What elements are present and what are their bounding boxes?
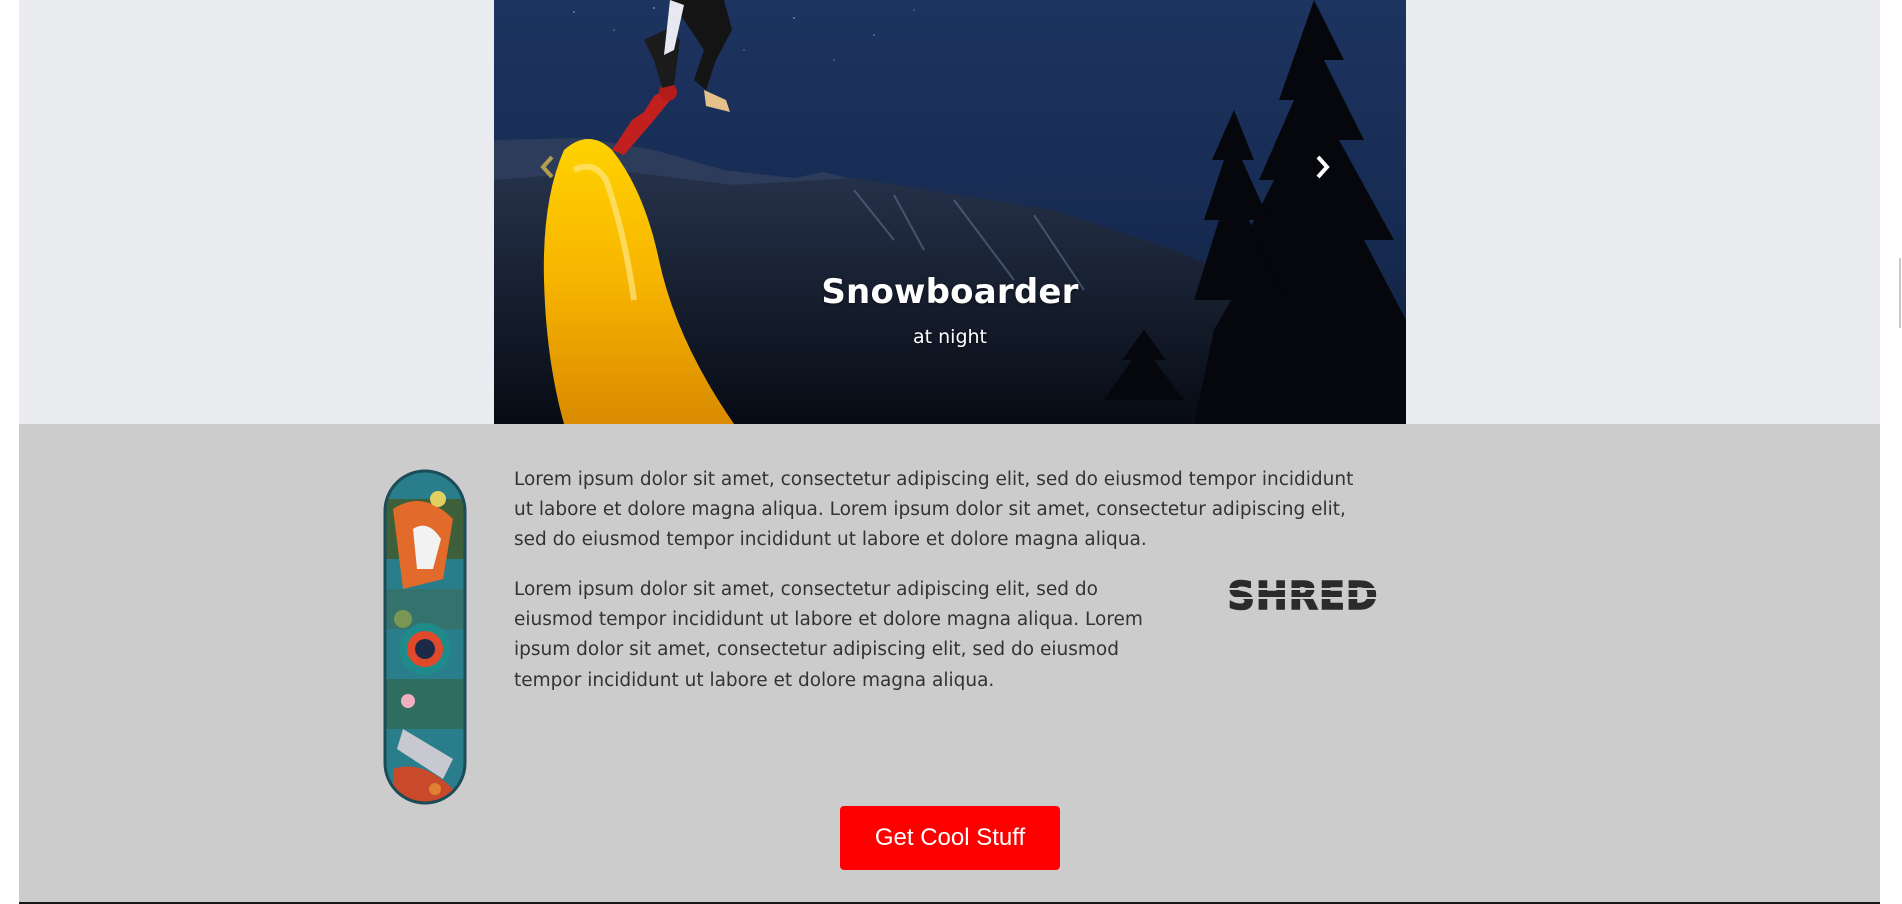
scrollbar[interactable] [1899, 258, 1901, 328]
snowboard-image [383, 469, 467, 805]
chevron-left-icon [540, 155, 554, 179]
content-paragraph-2: Lorem ipsum dolor sit amet, consectetur … [514, 579, 1143, 691]
carousel-caption-title: Snowboarder [821, 272, 1079, 312]
content-paragraph-1: Lorem ipsum dolor sit amet, consectetur … [514, 469, 1354, 551]
svg-text:SHRED: SHRED [1228, 574, 1379, 618]
carousel-prev-button[interactable] [538, 154, 578, 194]
chevron-right-icon [1316, 155, 1330, 179]
get-cool-stuff-button[interactable]: Get Cool Stuff [840, 806, 1060, 870]
page-margin-left [0, 0, 19, 904]
carousel-caption-subtitle: at night [912, 326, 987, 348]
page-margin-right [1880, 0, 1902, 904]
carousel-slide-image [494, 0, 1406, 424]
carousel-next-button[interactable] [1314, 154, 1354, 194]
shred-logo: SHRED [1218, 573, 1388, 619]
hero-carousel[interactable]: Snowboarder at night [494, 0, 1406, 424]
content-section: Lorem ipsum dolor sit amet, consectetur … [19, 424, 1880, 902]
